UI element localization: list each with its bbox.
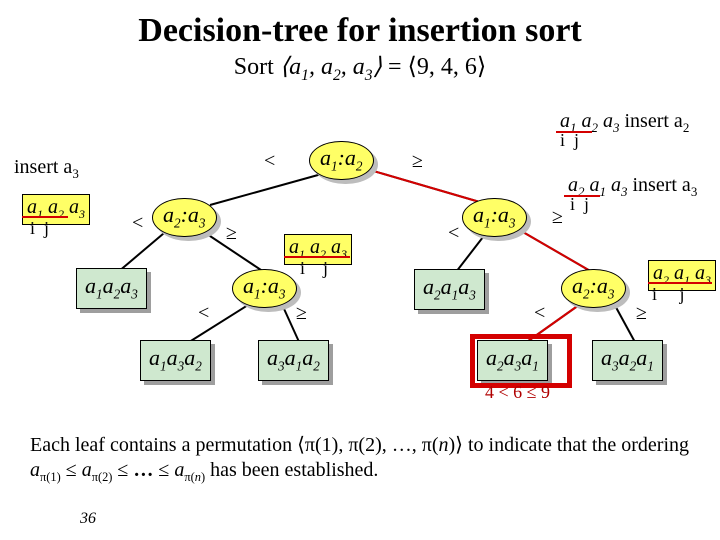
node-LR: a1:a3	[232, 269, 297, 308]
footnote: Each leaf contains a permutation ⟨π(1), …	[30, 433, 704, 486]
leaf-a2a1a3: a2a1a3	[414, 269, 485, 310]
ij-mid: i j	[300, 258, 328, 279]
edge-lt-4: <	[198, 302, 209, 325]
edge-lt-5: <	[534, 302, 545, 325]
node-RR: a2:a3	[561, 269, 626, 308]
edge-lt-2: <	[132, 212, 143, 235]
label-insert-a3: insert a3	[14, 156, 79, 182]
underline-rr	[648, 282, 712, 284]
ij-rr: i j	[652, 284, 685, 305]
leaf-a1a2a3: a1a2a3	[76, 268, 147, 309]
node-root: a1:a2	[309, 141, 374, 180]
edge-ge-4: ≥	[296, 302, 307, 325]
node-L: a2:a3	[152, 198, 217, 237]
path-result: 4 < 6 ≤ 9	[485, 382, 550, 403]
edge-lt-3: <	[448, 222, 459, 245]
ij-r: i j	[570, 194, 589, 215]
underline-1	[22, 216, 68, 218]
ij-top: i j	[560, 130, 579, 151]
edge-lt: <	[264, 150, 275, 173]
node-R: a1:a3	[462, 198, 527, 237]
leaf-a1a3a2: a1a3a2	[140, 340, 211, 381]
leaf-a3a2a1: a3a2a1	[592, 340, 663, 381]
ij-1: i j	[30, 218, 49, 239]
underline-mid	[284, 256, 350, 258]
page-number: 36	[80, 510, 96, 528]
edge-ge-5: ≥	[636, 302, 647, 325]
edge-ge: ≥	[412, 150, 423, 173]
edge-ge-2: ≥	[226, 222, 237, 245]
edge-ge-3: ≥	[552, 206, 563, 229]
highlight-box	[470, 334, 572, 388]
leaf-a3a1a2: a3a1a2	[258, 340, 329, 381]
